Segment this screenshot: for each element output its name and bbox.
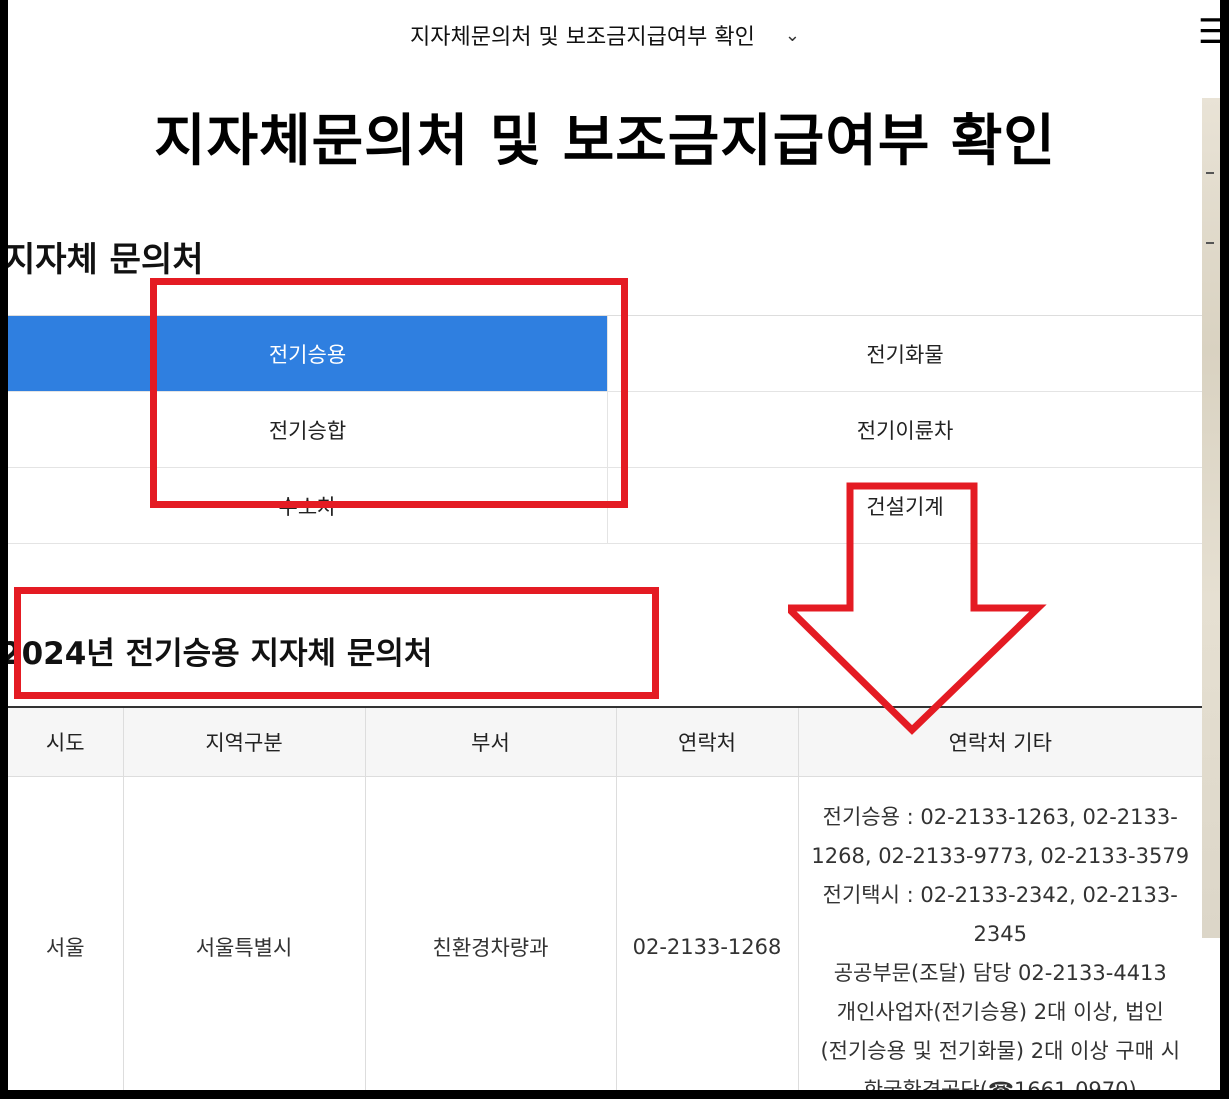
- cell-dept: 친환경차량과: [365, 776, 617, 1090]
- divider: [1206, 172, 1214, 174]
- tab-electric-two-wheeler[interactable]: 전기이륜차: [608, 392, 1202, 468]
- dropdown-label: 지자체문의처 및 보조금지급여부 확인: [410, 25, 755, 50]
- table-header-row: 시도 지역구분 부서 연락처 연락처 기타: [8, 707, 1202, 777]
- cell-region: 서울특별시: [123, 776, 366, 1090]
- map-preview[interactable]: [1202, 98, 1220, 938]
- contacts-table: 시도 지역구분 부서 연락처 연락처 기타 서울 서울특별시 친환경차량과 02…: [8, 706, 1202, 1090]
- extra-line: 전기택시 : 02-2133-2342, 02-2133-: [822, 882, 1178, 907]
- section-dropdown[interactable]: 지자체문의처 및 보조금지급여부 확인 ⌄: [8, 0, 1202, 70]
- page-frame: 지자체문의처 및 보조금지급여부 확인 ⌄ 지자체문의처 및 보조금지급여부 확…: [8, 0, 1220, 1090]
- extra-line: 2345: [973, 921, 1027, 946]
- column-header-region: 지역구분: [123, 707, 366, 777]
- tab-hydrogen-car[interactable]: 수소차: [8, 468, 608, 544]
- extra-line: 개인사업자(전기승용) 2대 이상, 법인: [836, 999, 1164, 1024]
- section-title: 지자체 문의처: [8, 240, 204, 280]
- extra-line: 1268, 02-2133-9773, 02-2133-3579: [811, 843, 1190, 868]
- tab-construction-machinery[interactable]: 건설기계: [608, 468, 1202, 544]
- menu-icon[interactable]: ☰: [1198, 12, 1220, 52]
- extra-line: (전기승용 및 전기화물) 2대 이상 구매 시: [820, 1038, 1181, 1063]
- extra-line: 공공부문(조달) 담당 02-2133-4413: [833, 960, 1167, 985]
- cell-contact: 02-2133-1268: [616, 776, 799, 1090]
- column-header-sido: 시도: [8, 707, 124, 777]
- extra-line: 전기승용 : 02-2133-1263, 02-2133-: [822, 804, 1178, 829]
- column-header-contact-extra: 연락처 기타: [798, 707, 1202, 777]
- vehicle-category-tabs: 전기승용 전기화물 전기승합 전기이륜차 수소차 건설기계: [8, 315, 1202, 544]
- table-row: 서울 서울특별시 친환경차량과 02-2133-1268 전기승용 : 02-2…: [8, 776, 1202, 1090]
- divider: [1206, 242, 1214, 244]
- tab-electric-bus[interactable]: 전기승합: [8, 392, 608, 468]
- page-title: 지자체문의처 및 보조금지급여부 확인: [154, 109, 1056, 174]
- table-title: 2024년 전기승용 지자체 문의처: [8, 636, 433, 672]
- chevron-down-icon[interactable]: ⌄: [785, 25, 800, 46]
- extra-line: 한국환경공단(☎1661-0970): [863, 1077, 1137, 1090]
- column-header-dept: 부서: [365, 707, 617, 777]
- cell-sido: 서울: [8, 776, 124, 1090]
- cell-contact-extra: 전기승용 : 02-2133-1263, 02-2133- 1268, 02-2…: [798, 777, 1202, 1090]
- tab-electric-passenger[interactable]: 전기승용: [8, 316, 608, 392]
- tab-electric-truck[interactable]: 전기화물: [608, 316, 1202, 392]
- side-panel: ☰: [1198, 0, 1220, 1090]
- column-header-contact: 연락처: [616, 707, 799, 777]
